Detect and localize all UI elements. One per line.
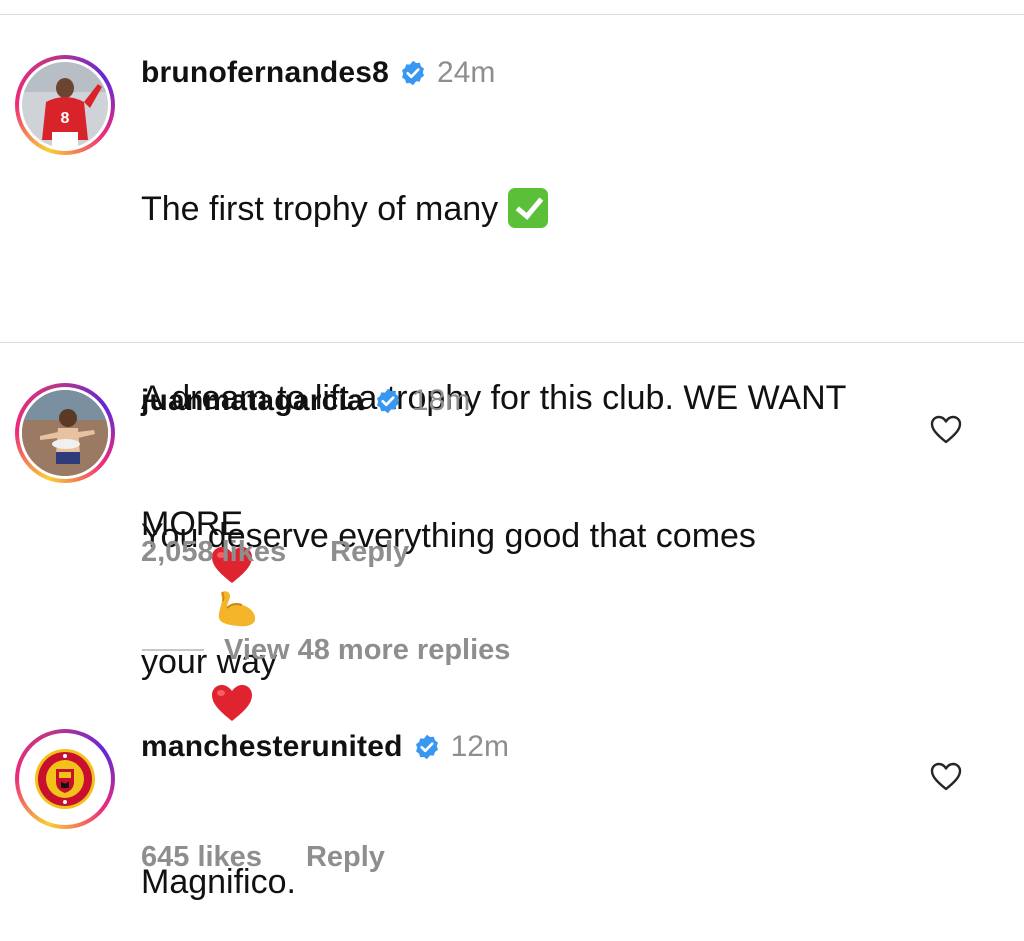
caption-header: brunofernandes8 24m	[141, 53, 495, 93]
caption-line-1: The first trophy of many	[141, 190, 499, 228]
caption-divider	[0, 342, 1024, 343]
top-divider	[0, 14, 1024, 15]
view-more-line	[142, 649, 204, 651]
like-heart-outline-icon[interactable]	[930, 415, 962, 445]
view-more-replies-button[interactable]: View 48 more replies	[142, 630, 510, 670]
avatar-manchesterunited[interactable]	[15, 729, 115, 829]
beach-photo	[22, 390, 108, 476]
player-photo: 8	[22, 62, 108, 148]
comment-2-likes[interactable]: 645 likes	[141, 841, 262, 874]
avatar-brunofernandes8[interactable]: 8	[15, 55, 115, 155]
jersey-number: 8	[61, 110, 70, 127]
comment-2-username[interactable]: manchesterunited	[141, 730, 403, 764]
check-mark-button-emoji	[508, 188, 549, 229]
comment-1-meta: 2,058 likes Reply	[141, 536, 409, 569]
comment-2-meta: 645 likes Reply	[141, 841, 385, 874]
comments-page: 8 brunofernandes8 24m The first trophy o…	[0, 0, 1024, 941]
caption-time: 24m	[437, 56, 496, 89]
comment-2-time: 12m	[450, 730, 509, 763]
verified-badge-icon	[402, 60, 425, 86]
club-crest-logo	[22, 736, 108, 822]
comment-2-header: manchesterunited 12m	[141, 727, 509, 767]
comment-1-username[interactable]: juanmatagarcia	[141, 384, 364, 418]
comment-1-time: 18m	[411, 384, 471, 417]
like-heart-outline-icon[interactable]	[930, 762, 962, 792]
avatar-juanmatagarcia[interactable]	[15, 383, 115, 483]
comment-1-likes[interactable]: 2,058 likes	[141, 536, 286, 569]
comment-2-reply-button[interactable]: Reply	[306, 841, 385, 874]
comment-1-header: juanmatagarcia 18m	[141, 381, 470, 421]
verified-badge-icon	[376, 388, 399, 414]
view-more-replies-label: View 48 more replies	[224, 633, 511, 666]
comment-1-reply-button[interactable]: Reply	[330, 536, 409, 569]
verified-badge-icon	[415, 734, 438, 760]
caption-username[interactable]: brunofernandes8	[141, 56, 389, 90]
red-heart-emoji	[211, 685, 252, 722]
